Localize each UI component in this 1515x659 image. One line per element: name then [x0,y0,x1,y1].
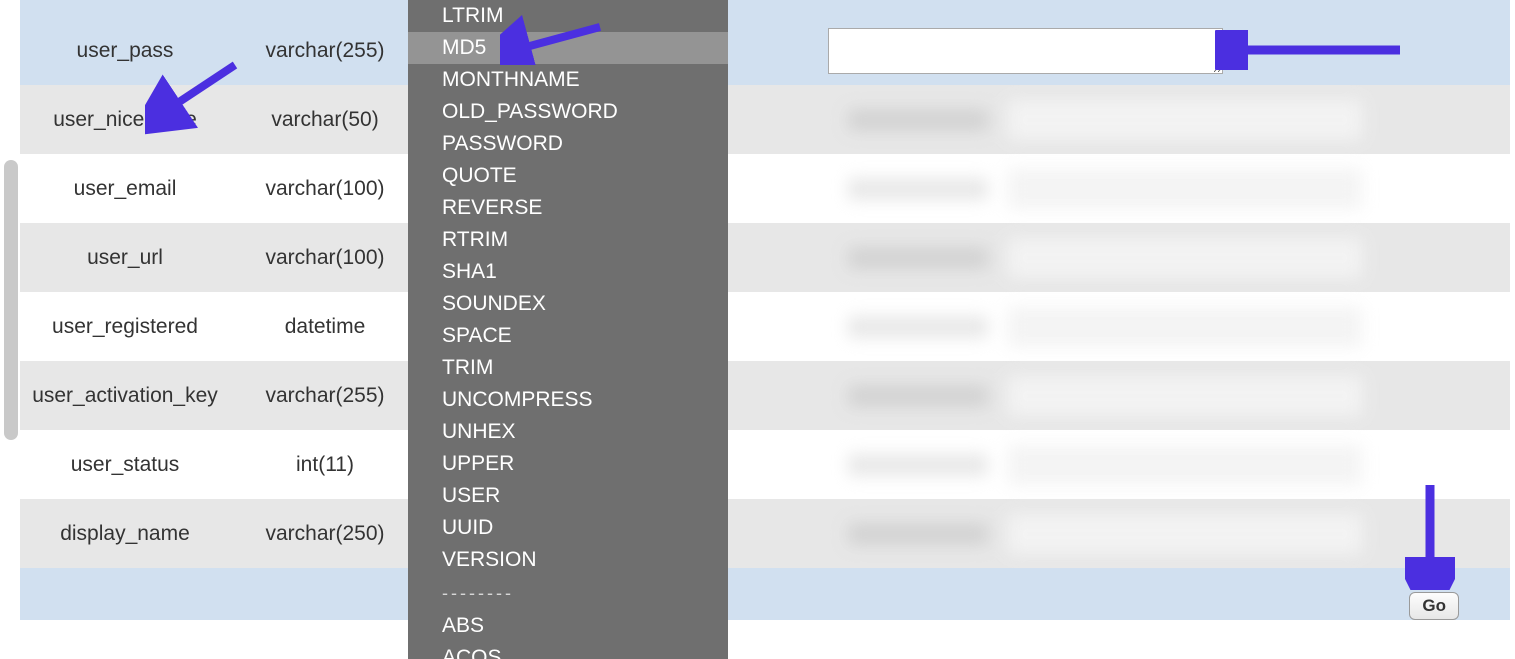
dropdown-option[interactable]: PASSWORD [408,128,728,160]
function-dropdown[interactable]: LTRIM MD5 MONTHNAME OLD_PASSWORD PASSWOR… [408,0,728,659]
table-row: display_name varchar(250) [20,499,1510,568]
table-row: user_url varchar(100) [20,223,1510,292]
column-type: datetime [230,292,420,361]
dropdown-option[interactable]: VERSION [408,544,728,576]
table-row: user_email varchar(100) [20,154,1510,223]
dropdown-option[interactable]: ACOS [408,642,728,659]
go-button[interactable]: Go [1409,592,1459,620]
dropdown-option[interactable]: LTRIM [408,0,728,32]
column-name: user_pass [20,16,230,85]
user-pass-input[interactable] [828,28,1223,74]
column-type: int(11) [230,430,420,499]
dropdown-option-md5[interactable]: MD5 [408,32,728,64]
dropdown-option[interactable]: USER [408,480,728,512]
dropdown-option[interactable]: SOUNDEX [408,288,728,320]
column-name: user_registered [20,292,230,361]
dropdown-separator: -------- [408,576,728,610]
table-row: user_activation_key varchar(255) [20,361,1510,430]
column-name: user_activation_key [20,361,230,430]
page-scrollbar[interactable] [4,160,18,440]
dropdown-option[interactable]: ABS [408,610,728,642]
table-row: user_registered datetime [20,292,1510,361]
dropdown-option[interactable]: OLD_PASSWORD [408,96,728,128]
column-type: varchar(100) [230,223,420,292]
column-name: display_name [20,499,230,568]
column-name: user_status [20,430,230,499]
dropdown-option[interactable]: UPPER [408,448,728,480]
column-name: user_url [20,223,230,292]
null-cell [760,16,820,85]
column-type: varchar(250) [230,499,420,568]
value-cell [820,16,1510,85]
column-name: user_nicename [20,85,230,154]
dropdown-option[interactable]: UNHEX [408,416,728,448]
dropdown-option[interactable]: SHA1 [408,256,728,288]
column-type: varchar(50) [230,85,420,154]
dropdown-option[interactable]: UUID [408,512,728,544]
column-name: user_email [20,154,230,223]
column-type: varchar(255) [230,361,420,430]
dropdown-option[interactable]: UNCOMPRESS [408,384,728,416]
dropdown-option[interactable]: QUOTE [408,160,728,192]
table-row: user_status int(11) [20,430,1510,499]
dropdown-option[interactable]: REVERSE [408,192,728,224]
table-footer [20,568,1510,620]
dropdown-option[interactable]: SPACE [408,320,728,352]
column-type: varchar(100) [230,154,420,223]
table-row: user_nicename varchar(50) [20,85,1510,154]
table-row-user-pass: user_pass varchar(255) [20,16,1510,85]
dropdown-option[interactable]: MONTHNAME [408,64,728,96]
columns-table: user_pass varchar(255) user_nicename var… [20,0,1510,659]
dropdown-option[interactable]: RTRIM [408,224,728,256]
dropdown-option[interactable]: TRIM [408,352,728,384]
table-row [20,0,1510,16]
column-type: varchar(255) [230,16,420,85]
